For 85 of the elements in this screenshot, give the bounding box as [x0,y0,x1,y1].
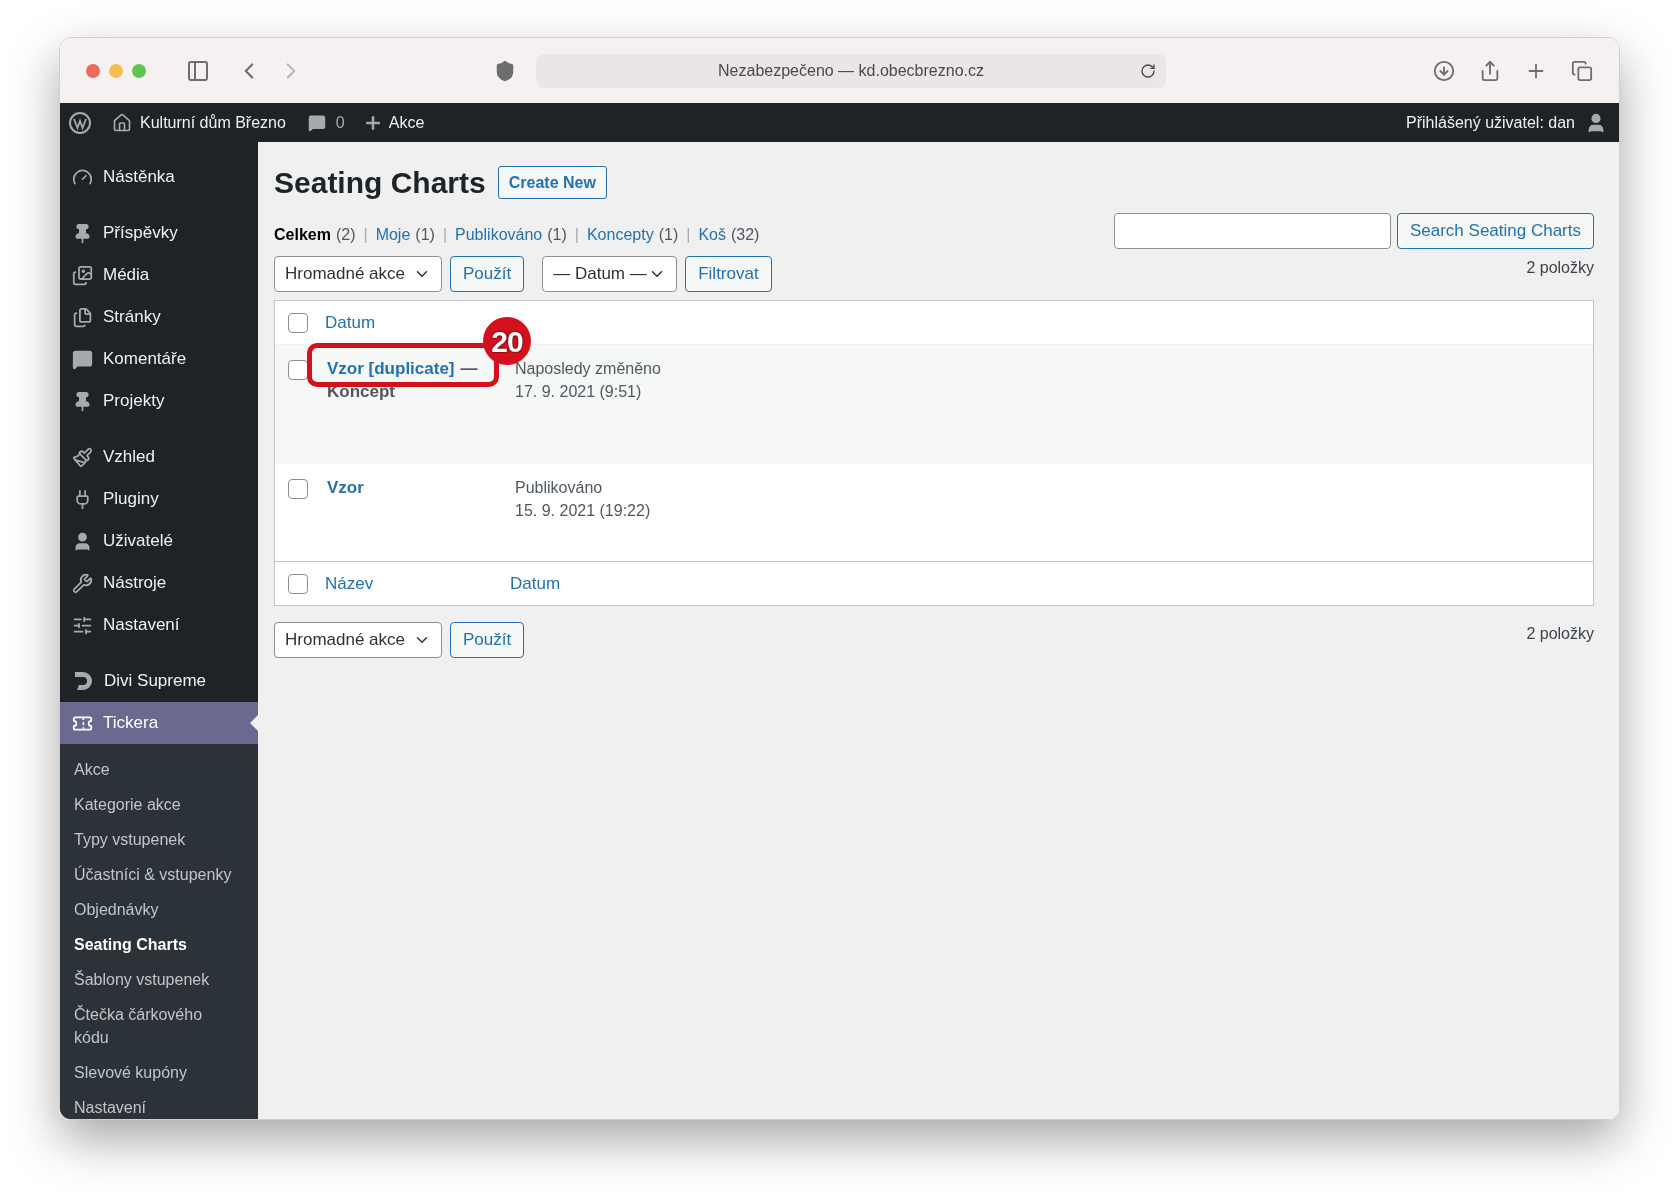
dropdown[interactable]: Hromadné akce [274,622,442,658]
sidebar-item[interactable]: Příspěvky [60,212,258,254]
sidebar-toggle-icon[interactable] [186,58,210,83]
page-title: Seating Charts [274,165,486,201]
site-name-link[interactable]: Kulturní dům Březno [140,110,286,135]
sidebar-item[interactable]: Vzhled [60,436,258,478]
search-button[interactable]: Search Seating Charts [1396,213,1594,249]
paintbrush-icon [72,446,93,468]
view-filter-link[interactable]: Celkem [274,223,331,247]
date-status: Publikováno [515,478,604,498]
sidebar-item[interactable]: Divi Supreme [60,660,258,702]
view-count: (1) [415,225,435,245]
checkbox[interactable] [288,479,308,499]
reload-icon[interactable] [1140,62,1156,79]
column-header-link[interactable]: Název [325,570,510,597]
dropdown[interactable]: — Datum — [542,256,678,292]
address-bar[interactable]: Nezabezpečeno — kd.obecbrezno.cz [536,53,1166,88]
comment-count[interactable]: 0 [335,110,345,135]
view-filter-link[interactable]: Publikováno [455,223,543,247]
view-count: (1) [547,225,567,245]
wrench-icon [72,572,93,594]
checkbox[interactable] [288,573,308,594]
sidebar-item[interactable]: Uživatelé [60,520,258,562]
filter-button[interactable]: Filtrovat [685,256,772,292]
sidebar-item[interactable]: Tickera [60,702,258,744]
separator: | [574,225,579,245]
images-icon [72,264,93,286]
apply-button[interactable]: Použít [450,256,525,292]
date: 15. 9. 2021 (19:22) [515,501,651,521]
apply-button[interactable]: Použít [450,622,525,658]
d-logo-icon [72,670,94,692]
sidebar-item[interactable]: Pluginy [60,478,258,520]
share-icon[interactable] [1479,59,1501,82]
submenu-item[interactable]: Seating Charts [60,927,258,962]
submenu-item[interactable]: Čtečka čárkového kódu [60,997,258,1055]
sidebar-item[interactable]: Komentáře [60,338,258,380]
new-event-link[interactable]: Akce [388,110,425,135]
pages-icon [72,306,93,328]
item-count: 2 položky [1526,258,1594,278]
dash: — [460,359,478,378]
close-window-icon[interactable] [86,63,100,78]
column-header-link[interactable]: Datum [510,570,561,597]
view-filter-link[interactable]: Moje [375,223,411,247]
submenu-item[interactable]: Objednávky [60,892,258,927]
sidebar-item[interactable]: Nástroje [60,562,258,604]
speech-bubble-icon [72,348,93,370]
dropdown[interactable]: Hromadné akce [274,256,442,292]
view-filter-link[interactable]: Koncepty [586,223,654,247]
view-filter-link[interactable]: Koš [698,223,726,247]
sidebar-item[interactable]: Stránky [60,296,258,338]
separator: | [686,225,691,245]
sidebar-item[interactable]: Nastavení [60,604,258,646]
chart-title-link[interactable]: Vzor [duplicate] [327,359,455,378]
sidebar-item[interactable]: Projekty [60,380,258,422]
view-count: (32) [730,225,760,245]
search-field[interactable] [1113,213,1391,249]
submenu-item[interactable]: Účastníci & vstupenky [60,857,258,892]
submenu-item[interactable]: Kategorie akce [60,787,258,822]
view-count: (2) [335,225,356,245]
shield-icon[interactable] [494,59,516,82]
wordpress-logo-icon[interactable] [68,110,92,135]
submenu-item[interactable]: Slevové kupóny [60,1055,258,1090]
submenu-item[interactable]: Šablony vstupenek [60,962,258,997]
item-count: 2 položky [1526,624,1594,644]
create-new-button[interactable]: Create New [497,166,607,199]
submenu-item[interactable]: Typy vstupenek [60,822,258,857]
sliders-icon [72,614,93,636]
column-header-link[interactable]: Datum [325,309,376,336]
checkbox[interactable] [288,312,308,333]
separator: | [363,225,368,245]
submenu-item[interactable]: Nastavení [60,1090,258,1119]
sidebar-item[interactable]: Nástěnka [60,156,258,198]
view-count: (1) [658,225,679,245]
date: 17. 9. 2021 (9:51) [515,382,643,402]
download-icon[interactable] [1433,59,1455,82]
tabs-overview-icon[interactable] [1571,59,1593,82]
checkbox[interactable] [288,360,308,380]
submenu-item[interactable]: Akce [60,752,258,787]
home-icon[interactable] [112,112,132,133]
chart-title-link[interactable]: Vzor [327,478,364,497]
speech-bubble-icon[interactable] [307,113,326,132]
user-greeting[interactable]: Přihlášený uživatel: dan [1406,110,1575,135]
sidebar-item[interactable]: Média [60,254,258,296]
separator: | [442,225,448,245]
post-state: Koncept [327,382,395,401]
